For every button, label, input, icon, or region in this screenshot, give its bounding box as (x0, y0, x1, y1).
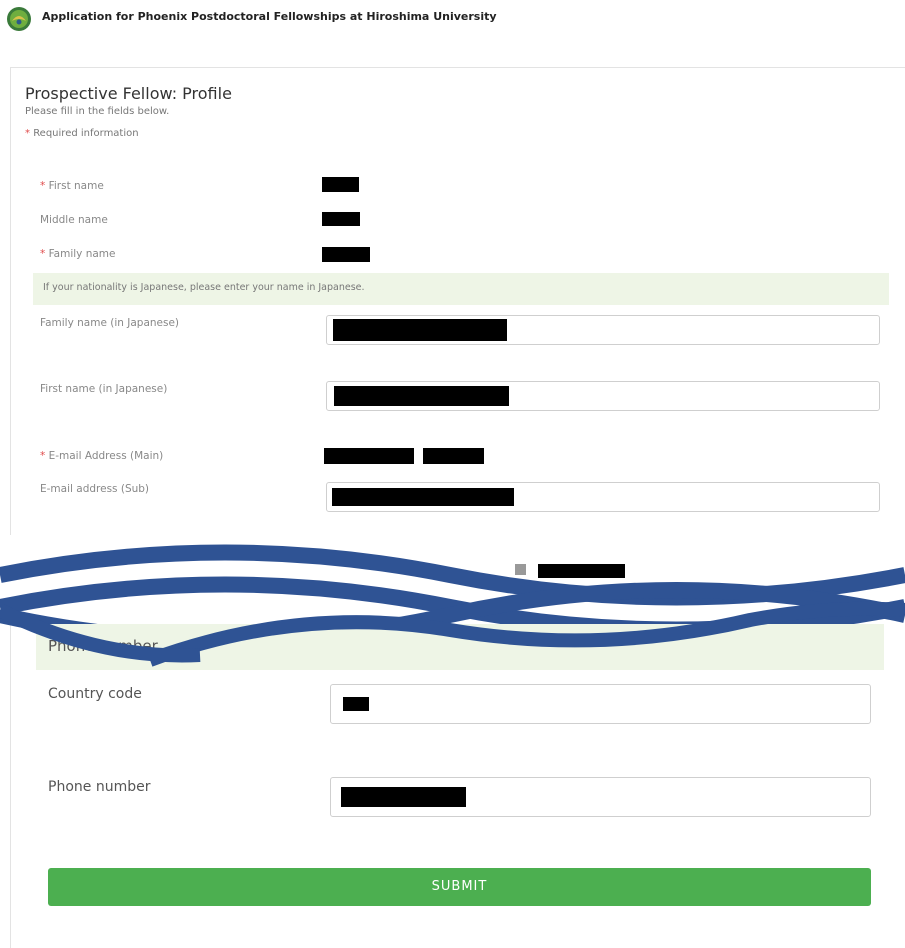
first-name-jp-label: First name (in Japanese) (40, 383, 168, 395)
email-sub-input[interactable] (326, 482, 880, 512)
email-main-label: * E-mail Address (Main) (40, 450, 164, 462)
field-value-redacted (343, 697, 369, 711)
middle-name-label: Middle name (40, 214, 108, 226)
email-main-user-redacted (324, 448, 414, 464)
country-code-input[interactable] (330, 684, 871, 724)
required-note: Required information (33, 128, 139, 139)
required-marker: * (40, 450, 46, 462)
form-instructions: Please fill in the fields below. (25, 106, 170, 117)
family-name-value-redacted (322, 247, 370, 262)
family-name-jp-input[interactable] (326, 315, 880, 345)
university-emblem-icon (7, 7, 31, 31)
phone-number-input[interactable] (330, 777, 871, 817)
app-header: Application for Phoenix Postdoctoral Fel… (0, 0, 905, 40)
email-main-domain-redacted (423, 448, 484, 464)
required-marker: * (25, 128, 30, 139)
field-value-redacted (333, 319, 507, 341)
country-code-label: Country code (48, 686, 142, 702)
field-value-redacted (332, 488, 514, 506)
required-marker: * (40, 248, 46, 260)
required-marker: * (40, 180, 46, 192)
first-name-label: * First name (40, 180, 104, 192)
card-left-border (10, 690, 11, 930)
app-title: Application for Phoenix Postdoctoral Fel… (42, 10, 497, 23)
page-title: Prospective Fellow: Profile (25, 84, 232, 103)
family-name-label: * Family name (40, 248, 116, 260)
field-value-redacted (341, 787, 466, 807)
submit-button[interactable]: SUBMIT (48, 868, 871, 906)
first-name-value-redacted (322, 177, 359, 192)
first-name-jp-input[interactable] (326, 381, 880, 411)
phone-number-label: Phone number (48, 779, 151, 795)
email-sub-label: E-mail address (Sub) (40, 483, 150, 495)
middle-name-value-redacted (322, 212, 360, 226)
japanese-name-notice: If your nationality is Japanese, please … (33, 273, 889, 305)
screenshot-break-wave-lower (0, 601, 905, 667)
required-legend: * Required information (25, 128, 139, 139)
family-name-jp-label: Family name (in Japanese) (40, 317, 180, 329)
field-value-redacted (334, 386, 509, 406)
